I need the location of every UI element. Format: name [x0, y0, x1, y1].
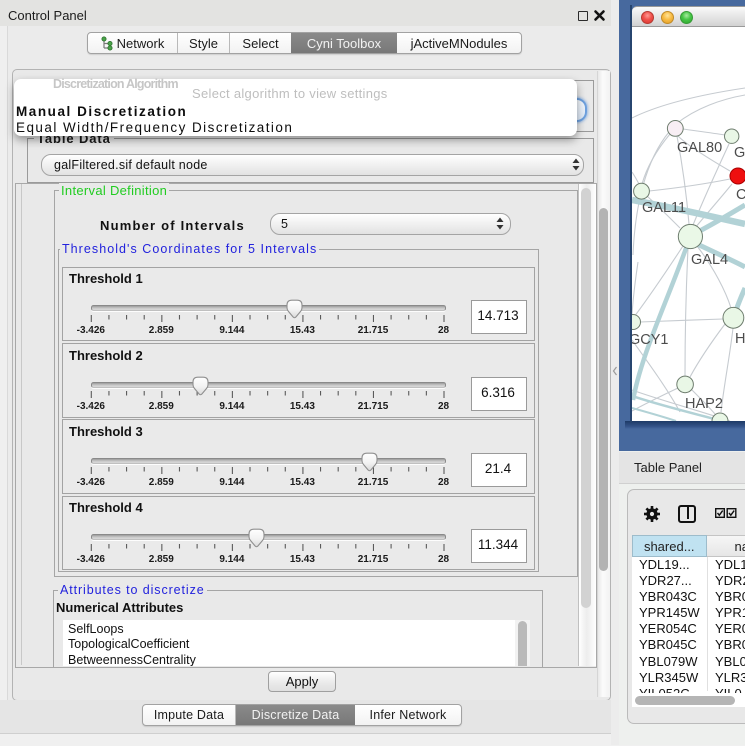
svg-text:GAL4: GAL4	[691, 252, 728, 268]
svg-text:HAP2: HAP2	[685, 396, 723, 412]
svg-text:GA: GA	[734, 145, 745, 161]
svg-text:GAL80: GAL80	[677, 140, 722, 156]
svg-text:GAL11: GAL11	[642, 200, 686, 216]
svg-text:C: C	[736, 187, 745, 203]
svg-text:H: H	[735, 331, 745, 347]
svg-text:GCY1: GCY1	[632, 332, 669, 348]
